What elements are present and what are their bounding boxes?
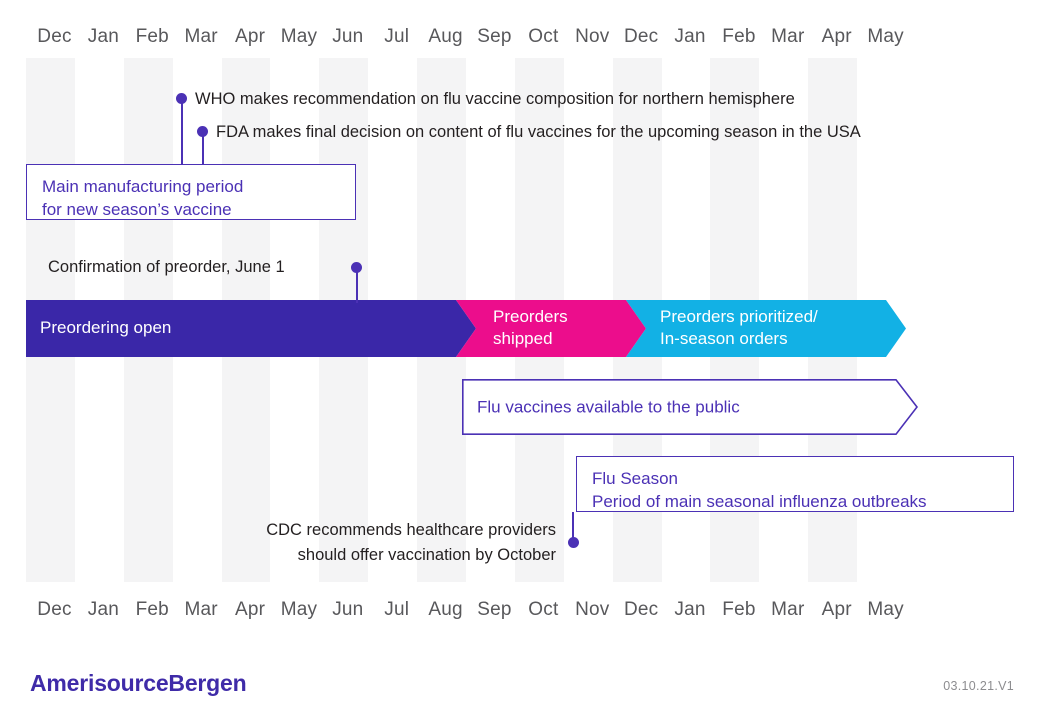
fda-milestone-dot	[197, 126, 208, 137]
who-annotation-label: WHO makes recommendation on flu vaccine …	[195, 87, 795, 112]
who-milestone-dot	[176, 93, 187, 104]
preorders-prioritized-line-1: Preorders prioritized/	[660, 307, 818, 326]
manufacturing-period-callout: Main manufacturing period for new season…	[26, 164, 356, 220]
segment-label-preorders-shipped: Preorders shipped	[493, 306, 568, 350]
amerisourcebergen-logo: AmerisourceBergen	[30, 670, 246, 697]
flu-season-callout: Flu Season Period of main seasonal influ…	[576, 456, 1014, 512]
flu-season-line-2: Period of main seasonal influenza outbre…	[592, 490, 1013, 513]
who-leader-line	[181, 98, 183, 164]
cdc-milestone-dot	[568, 537, 579, 548]
cdc-annotation-label: CDC recommends healthcare providers shou…	[190, 518, 556, 568]
manufacturing-line-1: Main manufacturing period	[42, 177, 243, 196]
infographic-canvas: DecJanFebMarAprMayJunJulAugSepOctNovDecJ…	[0, 0, 1040, 720]
flu-season-line-1: Flu Season	[592, 469, 678, 488]
timeline-bar: Preordering open Preorders shipped Preor…	[26, 300, 906, 357]
confirmation-milestone-dot	[351, 262, 362, 273]
confirmation-annotation-label: Confirmation of preorder, June 1	[48, 255, 285, 280]
preorders-shipped-line-2: shipped	[493, 329, 553, 348]
preorders-prioritized-line-2: In-season orders	[660, 329, 788, 348]
segment-label-preorders-prioritized: Preorders prioritized/ In-season orders	[660, 306, 818, 350]
month-label-top-17: May	[857, 22, 914, 52]
preorders-shipped-line-1: Preorders	[493, 307, 568, 326]
cdc-line-1: CDC recommends healthcare providers	[266, 521, 556, 539]
public-availability-callout: Flu vaccines available to the public	[462, 379, 918, 435]
month-axis-top: DecJanFebMarAprMayJunJulAugSepOctNovDecJ…	[26, 22, 1006, 52]
public-availability-text: Flu vaccines available to the public	[477, 396, 740, 419]
fda-annotation-label: FDA makes final decision on content of f…	[216, 120, 861, 145]
month-axis-bottom: DecJanFebMarAprMayJunJulAugSepOctNovDecJ…	[26, 595, 1006, 625]
cdc-line-2: should offer vaccination by October	[298, 546, 556, 564]
version-label: 03.10.21.V1	[943, 679, 1014, 693]
manufacturing-line-2: for new season’s vaccine	[42, 198, 355, 221]
month-label-bottom-17: May	[857, 595, 914, 625]
segment-label-preordering-open: Preordering open	[40, 317, 171, 339]
